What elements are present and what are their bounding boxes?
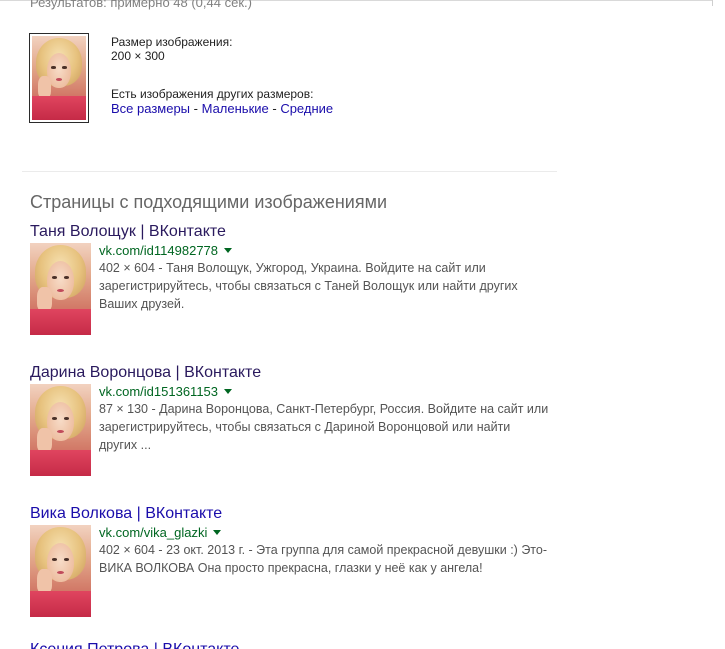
query-image-thumbnail[interactable] [29,33,89,123]
search-results-page: Результатов: примерно 48 (0,44 сек.) Раз… [0,0,725,649]
caret-down-icon[interactable] [213,530,222,535]
portrait-photo-icon [30,384,91,476]
result-snippet: 402 × 604 - Таня Волощук, Ужгород, Украи… [99,261,518,311]
caret-down-icon[interactable] [224,389,233,394]
image-size-label: Размер изображения: [111,35,233,49]
result-url: vk.com/id114982778 [99,243,549,259]
next-result-title-link[interactable]: Ксения Петрова | ВКонтакте [30,641,239,649]
scroll-edge [712,0,713,6]
other-sizes-info: Есть изображения других размеров: Все ра… [111,87,333,117]
result-snippet: 87 × 130 - Дарина Воронцова, Санкт-Петер… [99,402,549,452]
portrait-photo-icon [30,525,91,617]
size-links: Все размеры - Маленькие - Средние [111,101,334,116]
search-result: Дарина Воронцова | ВКонтакте vk.com/id15… [30,364,550,476]
portrait-photo-icon [32,36,86,120]
other-sizes-label: Есть изображения других размеров: [111,87,314,101]
search-result: Таня Волощук | ВКонтакте vk.com/id114982… [30,223,550,335]
result-thumbnail[interactable] [30,525,91,617]
image-size-value: 200 × 300 [111,49,165,63]
portrait-photo-icon [30,243,91,335]
small-sizes-link[interactable]: Маленькие [202,101,269,116]
result-url: vk.com/vika_glazki [99,525,549,541]
result-url: vk.com/id151361153 [99,384,549,400]
medium-sizes-link[interactable]: Средние [280,101,333,116]
image-size-info: Размер изображения: 200 × 300 [111,35,232,63]
all-sizes-link[interactable]: Все размеры [111,101,190,116]
caret-down-icon[interactable] [224,248,233,253]
result-thumbnail[interactable] [30,384,91,476]
result-title-link[interactable]: Дарина Воронцова | ВКонтакте [30,364,550,382]
result-title-link[interactable]: Вика Волкова | ВКонтакте [30,505,550,523]
results-stats: Результатов: примерно 48 (0,44 сек.) [30,0,252,10]
search-result: Вика Волкова | ВКонтакте vk.com/vika_gla… [30,505,550,617]
result-snippet: 402 × 604 - 23 окт. 2013 г. - Эта группа… [99,543,548,575]
result-thumbnail[interactable] [30,243,91,335]
result-title-link[interactable]: Таня Волощук | ВКонтакте [30,223,550,241]
section-divider [22,171,557,172]
section-title: Страницы с подходящими изображениями [30,192,388,212]
